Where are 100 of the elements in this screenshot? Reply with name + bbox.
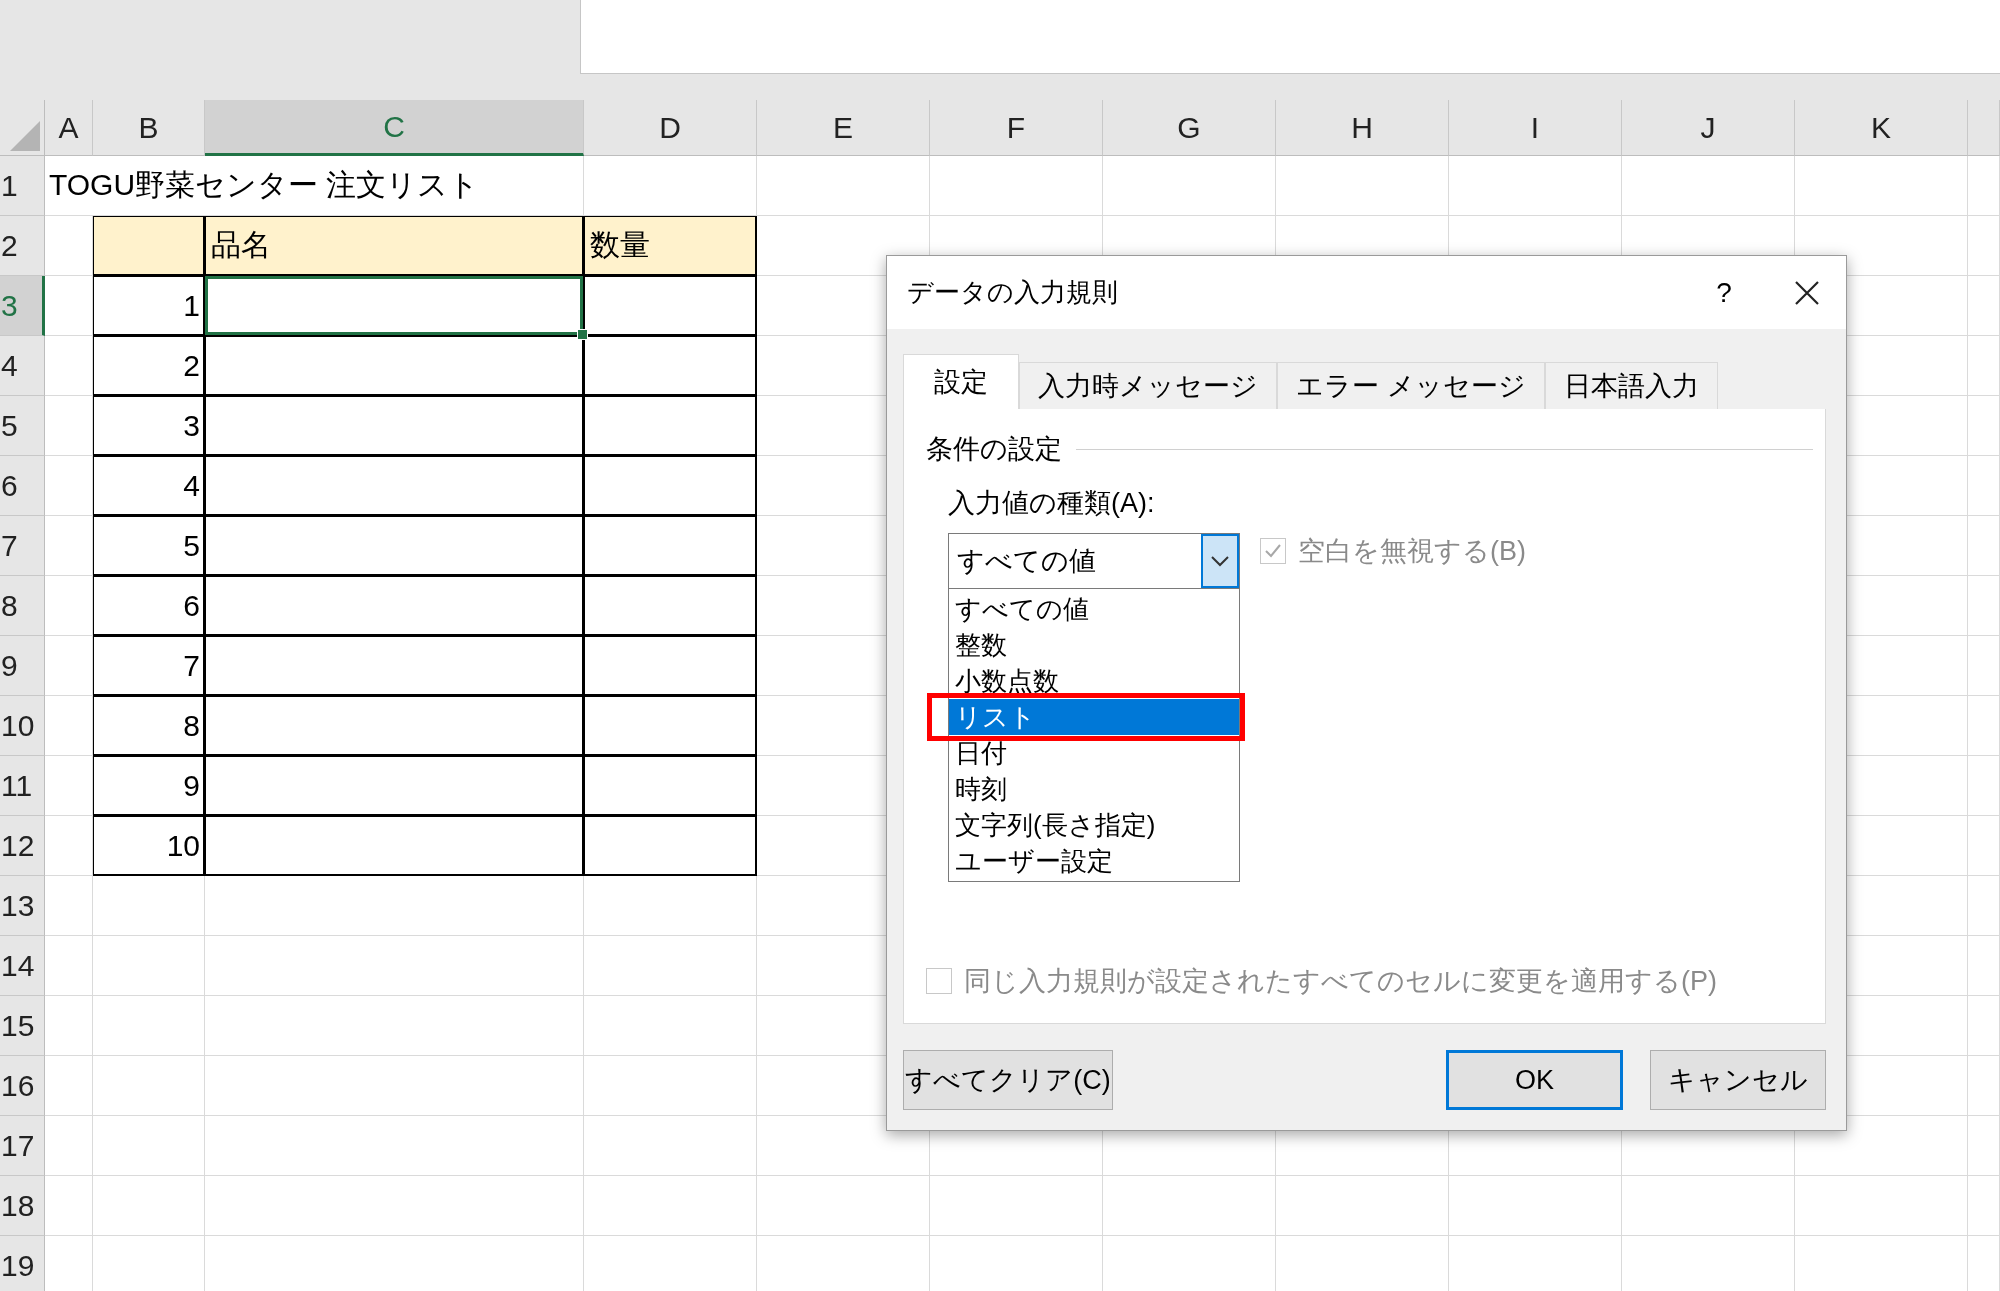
close-icon[interactable] <box>1794 279 1820 306</box>
table-cell[interactable]: 9 <box>93 756 205 816</box>
row-header[interactable]: 6 <box>0 456 45 516</box>
sheet-cell[interactable] <box>45 636 93 696</box>
sheet-cell[interactable] <box>45 816 93 876</box>
select-all-corner[interactable] <box>0 100 45 156</box>
sheet-cell[interactable] <box>584 1176 757 1236</box>
table-cell[interactable]: 6 <box>93 576 205 636</box>
table-cell[interactable] <box>584 756 757 816</box>
sheet-cell[interactable] <box>930 1176 1103 1236</box>
sheet-cell[interactable] <box>45 516 93 576</box>
table-cell[interactable]: 4 <box>93 456 205 516</box>
table-cell[interactable]: 2 <box>93 336 205 396</box>
tab[interactable]: 設定 <box>903 354 1019 409</box>
table-cell[interactable] <box>584 696 757 756</box>
dropdown-option[interactable]: 時刻 <box>949 771 1239 807</box>
sheet-cell[interactable] <box>1968 156 2000 216</box>
tab[interactable]: 日本語入力 <box>1544 362 1718 409</box>
sheet-cell[interactable] <box>1622 156 1795 216</box>
row-header[interactable]: 17 <box>0 1116 45 1176</box>
table-cell[interactable] <box>584 816 757 876</box>
tab[interactable]: 入力時メッセージ <box>1019 362 1277 409</box>
formula-bar[interactable] <box>580 0 2000 74</box>
sheet-cell[interactable] <box>45 696 93 756</box>
column-header[interactable] <box>1968 100 2000 156</box>
column-header[interactable]: I <box>1449 100 1622 156</box>
dialog-button[interactable]: OK <box>1446 1050 1623 1110</box>
sheet-cell[interactable] <box>45 456 93 516</box>
dropdown-option[interactable]: リスト <box>949 699 1239 735</box>
table-cell[interactable] <box>584 636 757 696</box>
sheet-cell[interactable] <box>1795 1176 1968 1236</box>
sheet-cell[interactable] <box>93 1056 205 1116</box>
sheet-cell[interactable] <box>1968 816 2000 876</box>
table-cell[interactable] <box>205 696 584 756</box>
sheet-cell[interactable] <box>93 1116 205 1176</box>
row-header[interactable]: 7 <box>0 516 45 576</box>
row-header[interactable]: 10 <box>0 696 45 756</box>
sheet-cell[interactable] <box>205 936 584 996</box>
table-header-cell[interactable]: 品名 <box>205 216 584 276</box>
row-header[interactable]: 4 <box>0 336 45 396</box>
sheet-cell[interactable] <box>1968 756 2000 816</box>
sheet-cell[interactable] <box>45 756 93 816</box>
row-header[interactable]: 18 <box>0 1176 45 1236</box>
row-header[interactable]: 3 <box>0 276 45 336</box>
dropdown-option[interactable]: 文字列(長さ指定) <box>949 807 1239 843</box>
sheet-cell[interactable] <box>1968 1116 2000 1176</box>
dropdown-option[interactable]: 小数点数 <box>949 663 1239 699</box>
tab[interactable]: エラー メッセージ <box>1277 362 1545 409</box>
sheet-cell[interactable] <box>1276 1176 1449 1236</box>
column-header[interactable]: D <box>584 100 757 156</box>
table-cell[interactable] <box>205 756 584 816</box>
sheet-cell[interactable] <box>45 276 93 336</box>
sheet-cell[interactable] <box>1968 936 2000 996</box>
sheet-cell[interactable] <box>584 1116 757 1176</box>
row-header[interactable]: 1 <box>0 156 45 216</box>
table-cell[interactable] <box>205 456 584 516</box>
sheet-cell[interactable] <box>1103 1176 1276 1236</box>
sheet-cell[interactable] <box>93 876 205 936</box>
table-cell[interactable] <box>205 576 584 636</box>
sheet-cell[interactable] <box>1968 636 2000 696</box>
row-header[interactable]: 15 <box>0 996 45 1056</box>
sheet-cell[interactable] <box>93 996 205 1056</box>
sheet-cell[interactable] <box>1622 1176 1795 1236</box>
help-button[interactable]: ? <box>1704 276 1744 309</box>
table-cell[interactable] <box>584 276 757 336</box>
sheet-cell[interactable] <box>1449 156 1622 216</box>
table-header-cell[interactable]: 数量 <box>584 216 757 276</box>
row-header[interactable]: 2 <box>0 216 45 276</box>
row-header[interactable]: 13 <box>0 876 45 936</box>
sheet-cell[interactable] <box>45 936 93 996</box>
sheet-cell[interactable] <box>93 1176 205 1236</box>
sheet-cell[interactable] <box>205 1176 584 1236</box>
row-header[interactable]: 11 <box>0 756 45 816</box>
sheet-cell[interactable] <box>584 876 757 936</box>
sheet-cell[interactable] <box>757 1176 930 1236</box>
table-cell[interactable] <box>205 636 584 696</box>
table-cell[interactable] <box>205 336 584 396</box>
dialog-button[interactable]: キャンセル <box>1650 1050 1826 1110</box>
table-cell[interactable] <box>584 456 757 516</box>
sheet-cell[interactable] <box>205 876 584 936</box>
row-header[interactable]: 14 <box>0 936 45 996</box>
sheet-cell[interactable] <box>45 1176 93 1236</box>
sheet-cell[interactable] <box>1968 876 2000 936</box>
table-cell[interactable] <box>584 576 757 636</box>
sheet-cell[interactable] <box>757 156 930 216</box>
column-header[interactable]: A <box>45 100 93 156</box>
sheet-cell[interactable] <box>1968 276 2000 336</box>
row-header[interactable]: 16 <box>0 1056 45 1116</box>
table-cell[interactable]: 10 <box>93 816 205 876</box>
dropdown-option[interactable]: 日付 <box>949 735 1239 771</box>
sheet-cell[interactable] <box>1968 336 2000 396</box>
sheet-cell[interactable] <box>1968 396 2000 456</box>
column-header[interactable]: G <box>1103 100 1276 156</box>
row-header[interactable]: 19 <box>0 1236 45 1291</box>
sheet-cell[interactable] <box>45 396 93 456</box>
column-header[interactable]: J <box>1622 100 1795 156</box>
sheet-cell[interactable] <box>1968 456 2000 516</box>
table-cell[interactable]: 3 <box>93 396 205 456</box>
row-header[interactable]: 9 <box>0 636 45 696</box>
sheet-cell[interactable] <box>1968 216 2000 276</box>
